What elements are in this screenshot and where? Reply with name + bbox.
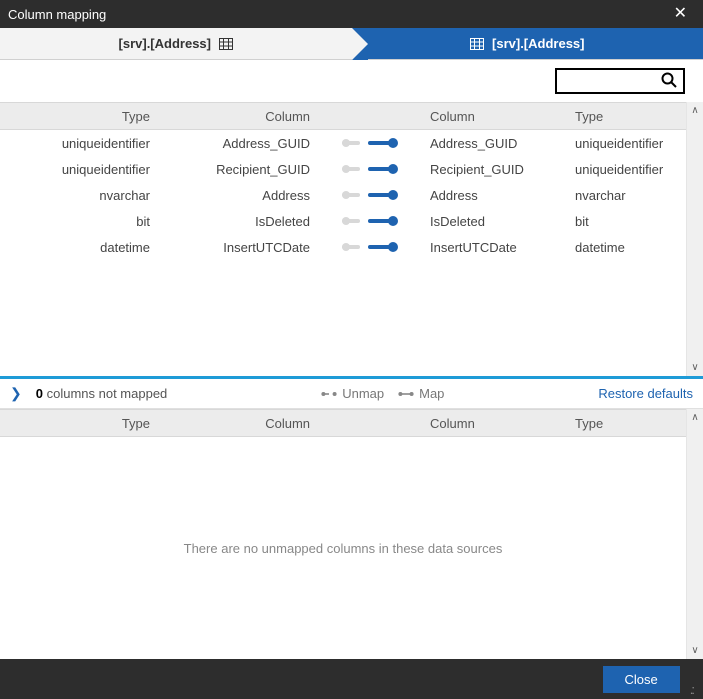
- unmap-icon: [321, 389, 337, 399]
- header-column-target-bottom: Column: [410, 416, 555, 431]
- table-row[interactable]: bitIsDeletedIsDeletedbit: [0, 208, 686, 234]
- dst-type: datetime: [555, 240, 686, 255]
- scrollbar-bottom[interactable]: ∧ ∨: [686, 409, 703, 659]
- unmapped-count: 0: [36, 386, 43, 401]
- dst-type: bit: [555, 214, 686, 229]
- scroll-up-icon[interactable]: ∧: [687, 409, 703, 426]
- empty-message: There are no unmapped columns in these d…: [0, 437, 686, 659]
- src-type: uniqueidentifier: [0, 136, 170, 151]
- dst-type: uniqueidentifier: [555, 136, 686, 151]
- header-column-source: Column: [170, 109, 330, 124]
- tab-target[interactable]: [srv].[Address]: [352, 28, 703, 59]
- dst-column: Address: [410, 188, 555, 203]
- src-type: bit: [0, 214, 170, 229]
- unmap-button[interactable]: Unmap: [321, 386, 384, 401]
- search-box[interactable]: [555, 68, 685, 94]
- unmap-label: Unmap: [342, 386, 384, 401]
- restore-defaults-link[interactable]: Restore defaults: [598, 386, 693, 401]
- map-toggle[interactable]: [330, 216, 410, 226]
- dst-column: IsDeleted: [410, 214, 555, 229]
- expand-icon[interactable]: ❯: [10, 385, 22, 402]
- table-icon: [219, 38, 233, 50]
- map-button[interactable]: Map: [398, 386, 444, 401]
- table-icon: [470, 38, 484, 50]
- dst-type: nvarchar: [555, 188, 686, 203]
- close-icon[interactable]: ✕: [666, 2, 695, 26]
- map-label: Map: [419, 386, 444, 401]
- table-row[interactable]: uniqueidentifierAddress_GUIDAddress_GUID…: [0, 130, 686, 156]
- map-toggle[interactable]: [330, 242, 410, 252]
- scroll-up-icon[interactable]: ∧: [687, 102, 703, 119]
- src-column: IsDeleted: [170, 214, 330, 229]
- header-column-target: Column: [410, 109, 555, 124]
- src-column: Address_GUID: [170, 136, 330, 151]
- scroll-down-icon[interactable]: ∨: [687, 359, 703, 376]
- dst-column: InsertUTCDate: [410, 240, 555, 255]
- scroll-down-icon[interactable]: ∨: [687, 642, 703, 659]
- unmapped-label: columns not mapped: [47, 386, 168, 401]
- src-column: Address: [170, 188, 330, 203]
- table-row[interactable]: nvarcharAddressAddressnvarchar: [0, 182, 686, 208]
- header-type-target: Type: [555, 109, 686, 124]
- table-row[interactable]: uniqueidentifierRecipient_GUIDRecipient_…: [0, 156, 686, 182]
- unmapped-status: 0 columns not mapped: [36, 386, 168, 401]
- map-toggle[interactable]: [330, 164, 410, 174]
- dst-column: Address_GUID: [410, 136, 555, 151]
- tab-source[interactable]: [srv].[Address]: [0, 28, 352, 59]
- search-icon: [661, 72, 677, 91]
- resize-grip-icon[interactable]: .:: [690, 682, 693, 699]
- map-toggle[interactable]: [330, 190, 410, 200]
- scrollbar-top[interactable]: ∧ ∨: [686, 102, 703, 376]
- src-type: nvarchar: [0, 188, 170, 203]
- table-row[interactable]: datetimeInsertUTCDateInsertUTCDatedateti…: [0, 234, 686, 260]
- tab-target-label: [srv].[Address]: [492, 36, 584, 51]
- map-toggle[interactable]: [330, 138, 410, 148]
- src-type: datetime: [0, 240, 170, 255]
- src-column: InsertUTCDate: [170, 240, 330, 255]
- src-type: uniqueidentifier: [0, 162, 170, 177]
- dst-column: Recipient_GUID: [410, 162, 555, 177]
- window-title: Column mapping: [8, 7, 106, 22]
- dst-type: uniqueidentifier: [555, 162, 686, 177]
- tab-source-label: [srv].[Address]: [119, 36, 211, 51]
- header-type-target-bottom: Type: [555, 416, 686, 431]
- src-column: Recipient_GUID: [170, 162, 330, 177]
- close-button[interactable]: Close: [603, 666, 680, 693]
- header-type-source-bottom: Type: [0, 416, 170, 431]
- search-input[interactable]: [563, 73, 661, 90]
- map-icon: [398, 389, 414, 399]
- header-type-source: Type: [0, 109, 170, 124]
- header-column-source-bottom: Column: [170, 416, 330, 431]
